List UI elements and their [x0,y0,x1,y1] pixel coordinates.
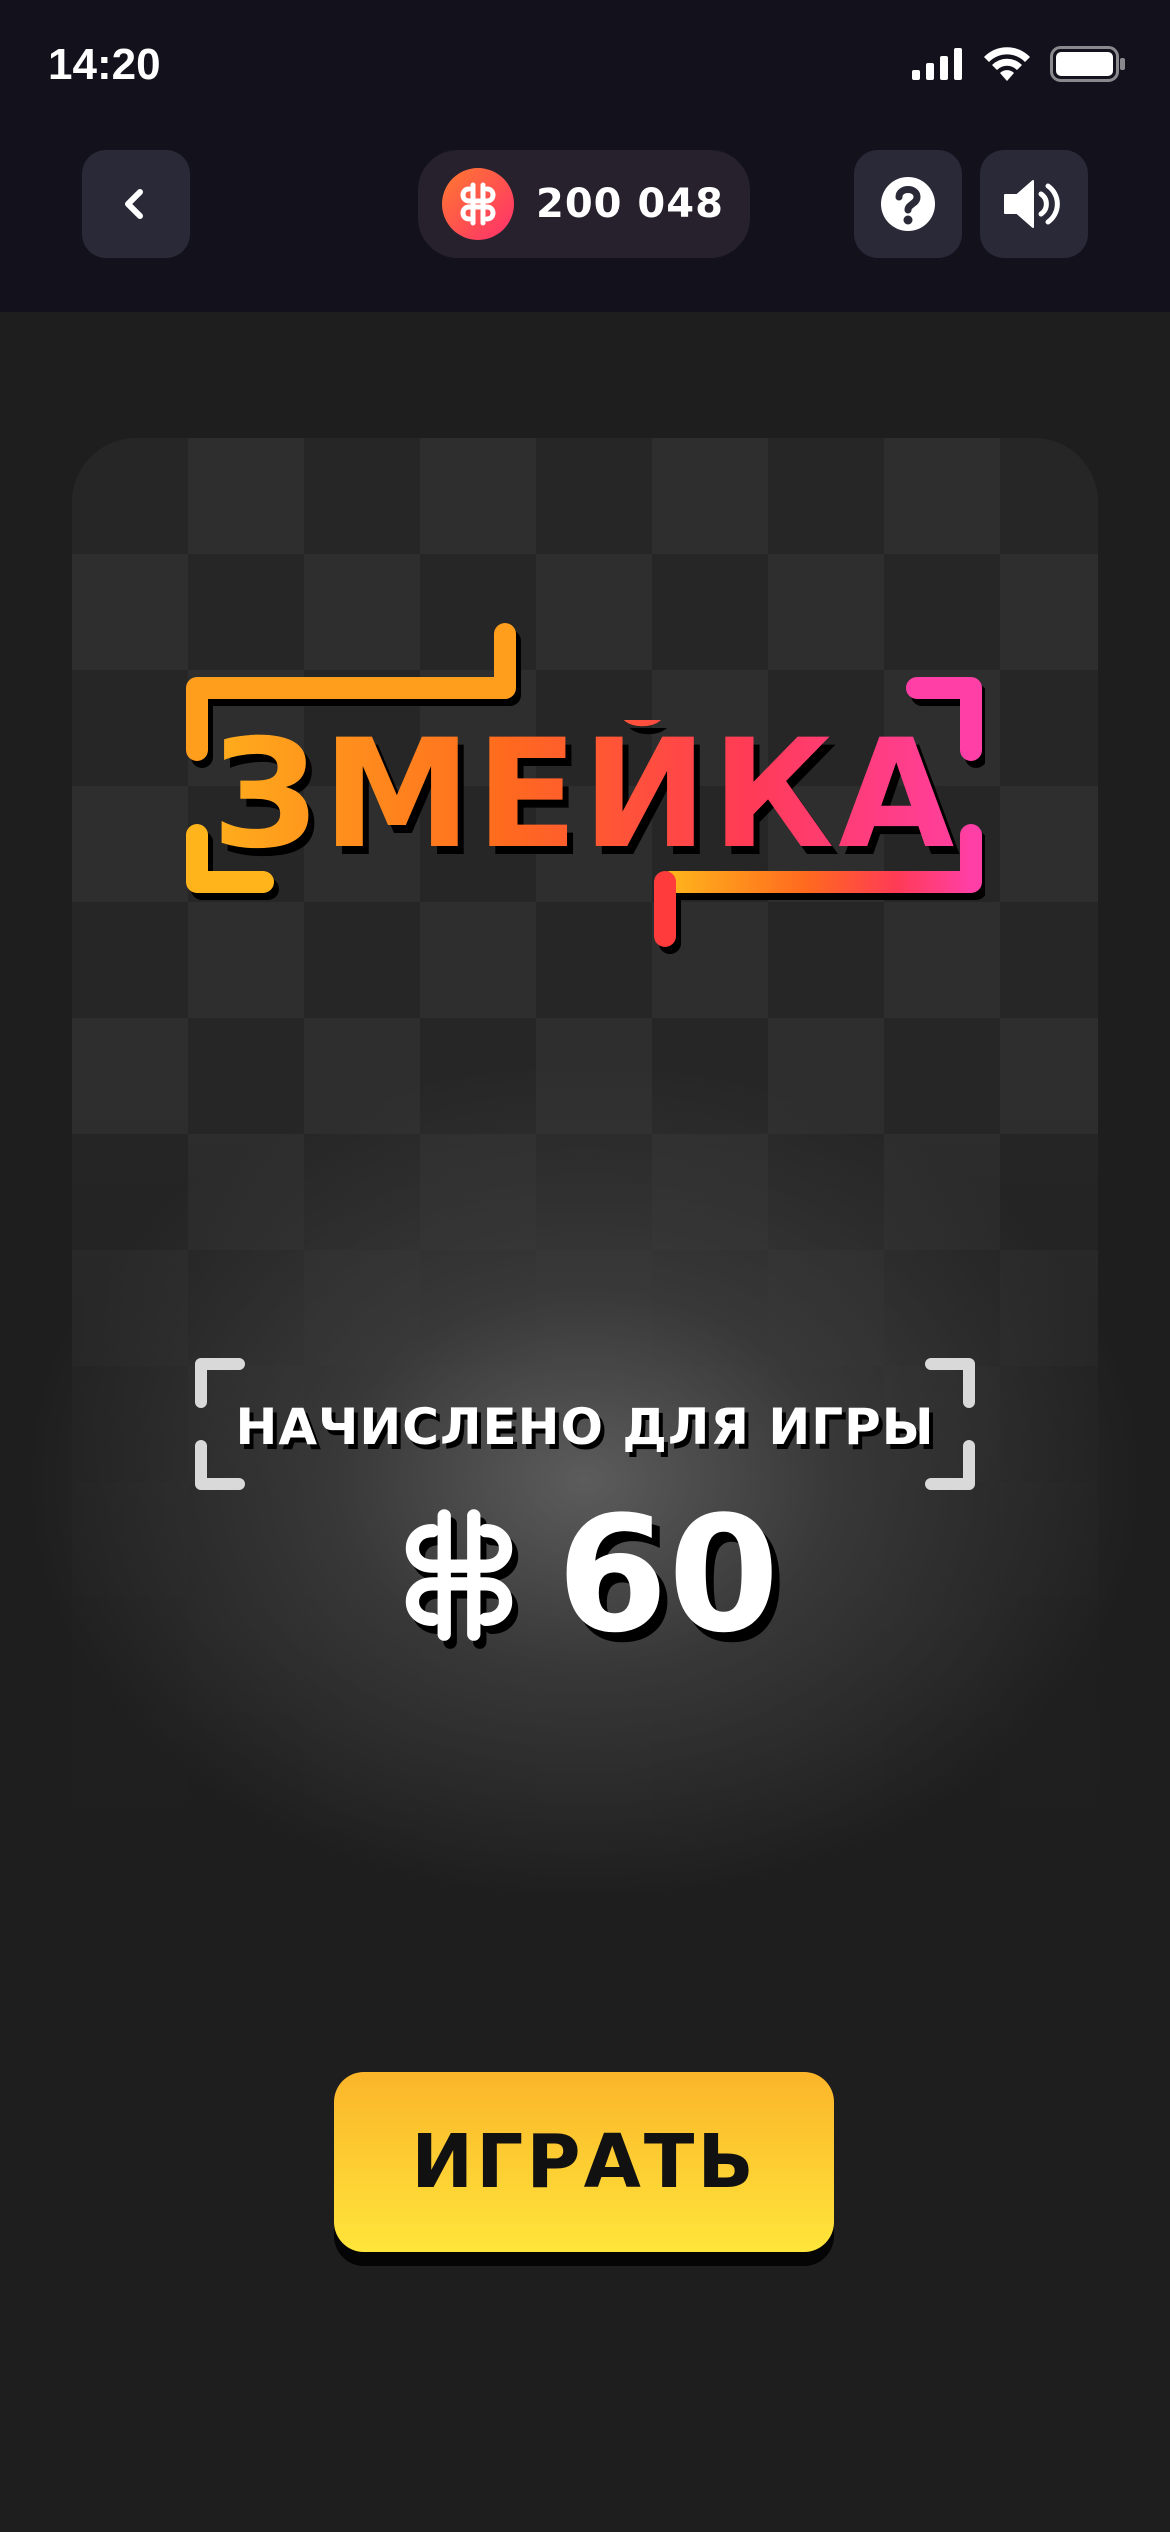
help-button[interactable] [854,150,962,258]
balance-pill: 200 048 [418,150,750,258]
balance-value: 200 048 [536,181,724,227]
play-button[interactable]: ИГРАТЬ [334,2072,834,2252]
sound-icon [1004,180,1060,228]
credited-label: НАЧИСЛЕНО ДЛЯ ИГРЫ [235,1398,935,1456]
battery-icon [1050,46,1125,82]
top-bar: 14:20 200 048 [0,0,1170,312]
wifi-icon [984,47,1030,81]
signal-icon [912,48,962,80]
coin-icon [405,1509,512,1641]
sound-button[interactable] [980,150,1088,258]
game-title: ЗМЕЙКА [185,720,985,870]
status-time: 14:20 [48,40,161,89]
back-icon [125,189,143,219]
status-icons [912,46,1126,82]
game-logo: ЗМЕЙКА [185,620,985,970]
credited-amount: 60 [0,1490,1170,1660]
credited-amount-value: 60 [556,1481,780,1668]
credited-box: НАЧИСЛЕНО ДЛЯ ИГРЫ [195,1358,975,1490]
help-icon [881,177,935,231]
coin-icon [442,168,514,240]
back-button[interactable] [82,150,190,258]
